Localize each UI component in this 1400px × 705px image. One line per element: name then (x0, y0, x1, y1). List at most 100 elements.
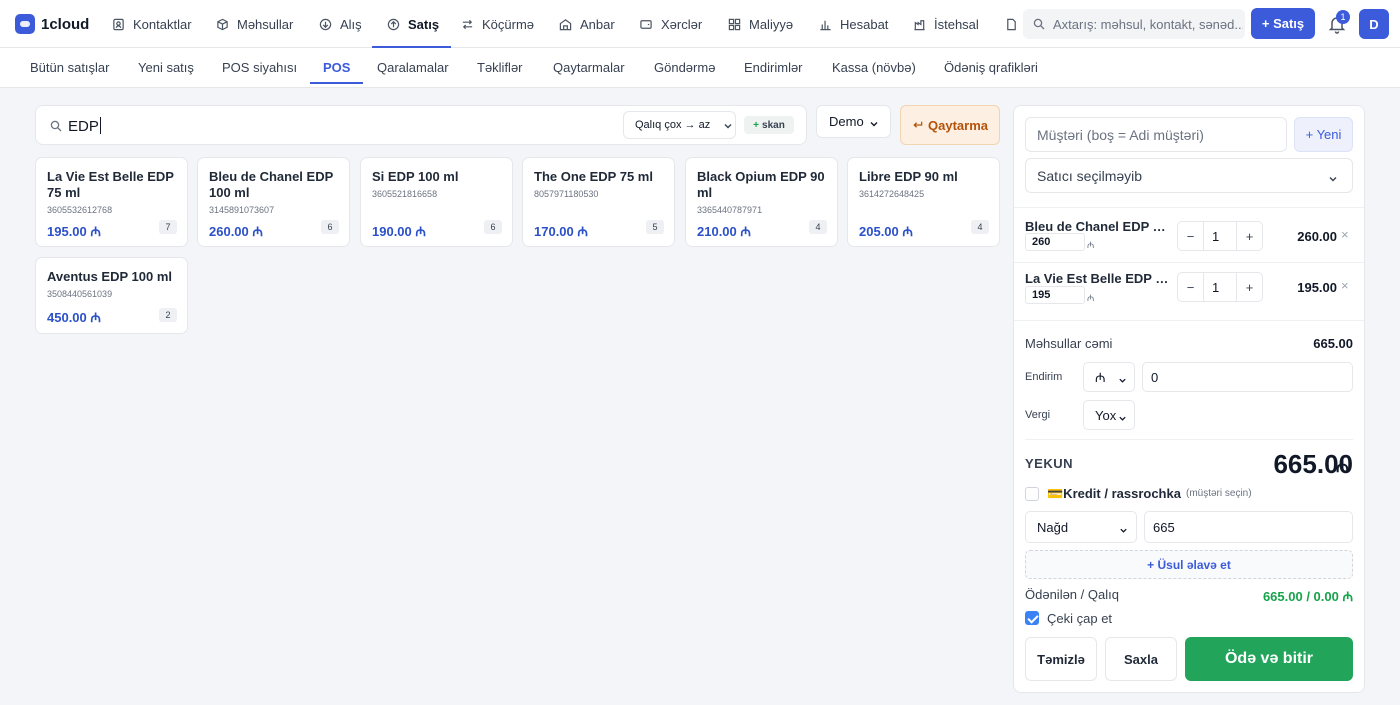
product-card[interactable]: Bleu de Chanel EDP 100 ml 3145891073607 … (197, 157, 350, 247)
print-receipt-label: Çeki çap et (1047, 611, 1113, 626)
quantity-input[interactable]: 1 (1203, 222, 1237, 250)
print-receipt-checkbox[interactable] (1025, 611, 1039, 625)
customer-input[interactable] (1025, 117, 1287, 152)
increment-button[interactable]: + (1237, 273, 1262, 301)
sort-select-value: Qalıq çox → az (635, 119, 711, 131)
seller-select[interactable]: Satıcı seçilməyib (1025, 158, 1353, 193)
product-name: Bleu de Chanel EDP 100 ml (209, 169, 334, 200)
tab-returns[interactable]: Qaytarmalar (553, 48, 625, 86)
wallet-icon (639, 17, 653, 31)
new-sale-button[interactable]: + Satış (1251, 8, 1315, 39)
cart-line: Bleu de Chanel EDP 100 ml 260 ₼ − 1 + 26… (1025, 219, 1353, 263)
discount-value-input[interactable]: 0 (1142, 362, 1353, 392)
logo[interactable]: 1cloud (15, 14, 89, 34)
product-name: Libre EDP 90 ml (859, 169, 958, 184)
unit-price-input[interactable]: 195 (1025, 286, 1085, 304)
paid-label: Ödənilən / Qalıq (1025, 587, 1119, 602)
add-payment-method-button[interactable]: + Üsul əlavə et (1025, 550, 1353, 579)
product-name: La Vie Est Belle EDP 75 ml (47, 169, 174, 200)
product-card[interactable]: Si EDP 100 ml 3605521816658 190.00 ₼ 6 (360, 157, 513, 247)
nav-production[interactable]: İstehsal (912, 0, 979, 48)
divider (1014, 207, 1364, 208)
scan-button[interactable]: + skan (744, 116, 794, 134)
credit-checkbox[interactable] (1025, 487, 1039, 501)
sort-select[interactable]: Qalıq çox → az (623, 111, 736, 139)
remove-icon[interactable]: × (1341, 228, 1353, 241)
nav-purchase[interactable]: Alış (318, 0, 362, 48)
product-barcode: 3508440561039 (47, 289, 113, 299)
product-card[interactable]: La Vie Est Belle EDP 75 ml 3605532612768… (35, 157, 188, 247)
subtotal-label: Məhsullar cəmi (1025, 336, 1113, 351)
stock-badge: 4 (971, 220, 989, 234)
arrow-up-circle-icon (386, 17, 400, 31)
new-customer-button[interactable]: + Yeni (1294, 117, 1353, 152)
cart-line-total: 195.00 (1297, 280, 1337, 295)
tab-drafts[interactable]: Qaralamalar (377, 48, 449, 86)
save-button[interactable]: Saxla (1105, 637, 1177, 681)
product-barcode: 3365440787971 (697, 205, 763, 215)
quantity-stepper: − 1 + (1177, 272, 1263, 302)
discount-type-select[interactable]: ₼ (1083, 362, 1135, 392)
nav-label: Alış (340, 16, 362, 32)
nav-contacts[interactable]: Kontaktlar (111, 0, 192, 48)
product-card[interactable]: Aventus EDP 100 ml 3508440561039 450.00 … (35, 257, 188, 334)
product-barcode: 3605521816658 (372, 189, 438, 199)
subtotal-value: 665.00 (1313, 336, 1353, 351)
nav-warehouse[interactable]: Anbar (558, 0, 615, 48)
stock-badge: 7 (159, 220, 177, 234)
top-bar: 1cloud Kontaktlar Məhsullar Alış Satış K… (0, 0, 1400, 48)
tab-discounts[interactable]: Endirimlər (744, 48, 803, 86)
product-search-input[interactable]: EDP (68, 117, 101, 135)
stock-badge: 4 (809, 220, 827, 234)
tab-pos[interactable]: POS (309, 48, 365, 86)
decrement-button[interactable]: − (1178, 273, 1203, 301)
return-button[interactable]: Qaytarma (900, 105, 1000, 145)
warehouse-icon (558, 17, 572, 31)
product-name: Si EDP 100 ml (372, 169, 459, 184)
tab-quotes[interactable]: Təkliflər (477, 48, 523, 86)
unit-price-input[interactable]: 260 (1025, 233, 1085, 251)
remove-icon[interactable]: × (1341, 279, 1353, 292)
product-card[interactable]: Libre EDP 90 ml 3614272648425 205.00 ₼ 4 (847, 157, 1000, 247)
payment-method-select[interactable]: Nağd (1025, 511, 1137, 543)
product-card[interactable]: Black Opium EDP 90 ml 3365440787971 210.… (685, 157, 838, 247)
global-search-input[interactable] (1053, 16, 1243, 32)
product-search-bar[interactable]: EDP Qalıq çox → az + skan (35, 105, 807, 145)
nav-label: Köçürmə (482, 16, 535, 32)
product-barcode: 3145891073607 (209, 205, 275, 215)
search-icon (1033, 18, 1045, 30)
decrement-button[interactable]: − (1178, 222, 1203, 250)
clear-button[interactable]: Təmizlə (1025, 637, 1097, 681)
chevron-down-icon (869, 117, 879, 127)
demo-select[interactable]: Demo (816, 105, 891, 138)
product-price: 170.00 ₼ (534, 224, 588, 239)
nav-transfer[interactable]: Köçürmə (460, 0, 534, 48)
grid-icon (727, 17, 741, 31)
tab-shipping[interactable]: Göndərmə (654, 48, 715, 86)
tab-cash-shift[interactable]: Kassa (növbə) (832, 48, 916, 86)
payment-amount-input[interactable]: 665 (1144, 511, 1353, 543)
increment-button[interactable]: + (1237, 222, 1262, 250)
tab-all-sales[interactable]: Bütün satışlar (30, 48, 110, 86)
global-search[interactable] (1023, 9, 1245, 39)
pay-and-finish-button[interactable]: Ödə və bitir (1185, 637, 1353, 681)
tab-new-sale[interactable]: Yeni satış (138, 48, 194, 86)
tax-select[interactable]: Yox (1083, 400, 1135, 430)
nav-reports[interactable]: Hesabat (818, 0, 888, 48)
payment-method-value: Nağd (1037, 519, 1069, 535)
nav-label: Məhsullar (237, 16, 294, 32)
sales-subnav: Bütün satışlar Yeni satış POS siyahısı P… (0, 48, 1400, 88)
tab-payment-schedules[interactable]: Ödəniş qrafikləri (944, 48, 1038, 86)
search-icon (50, 120, 62, 132)
quantity-input[interactable]: 1 (1203, 273, 1237, 301)
nav-sales[interactable]: Satış (371, 0, 452, 48)
nav-label: Kontaktlar (133, 16, 192, 32)
cart-line: La Vie Est Belle EDP 75 ml 195 ₼ − 1 + 1… (1025, 271, 1353, 315)
nav-finance[interactable]: Maliyyə (727, 0, 793, 48)
user-avatar[interactable]: D (1359, 9, 1389, 39)
product-barcode: 3605532612768 (47, 205, 113, 215)
product-card[interactable]: The One EDP 75 ml 8057971180530 170.00 ₼… (522, 157, 675, 247)
tab-pos-list[interactable]: POS siyahısı (222, 48, 297, 86)
nav-products[interactable]: Məhsullar (215, 0, 293, 48)
nav-expenses[interactable]: Xərclər (639, 0, 702, 48)
